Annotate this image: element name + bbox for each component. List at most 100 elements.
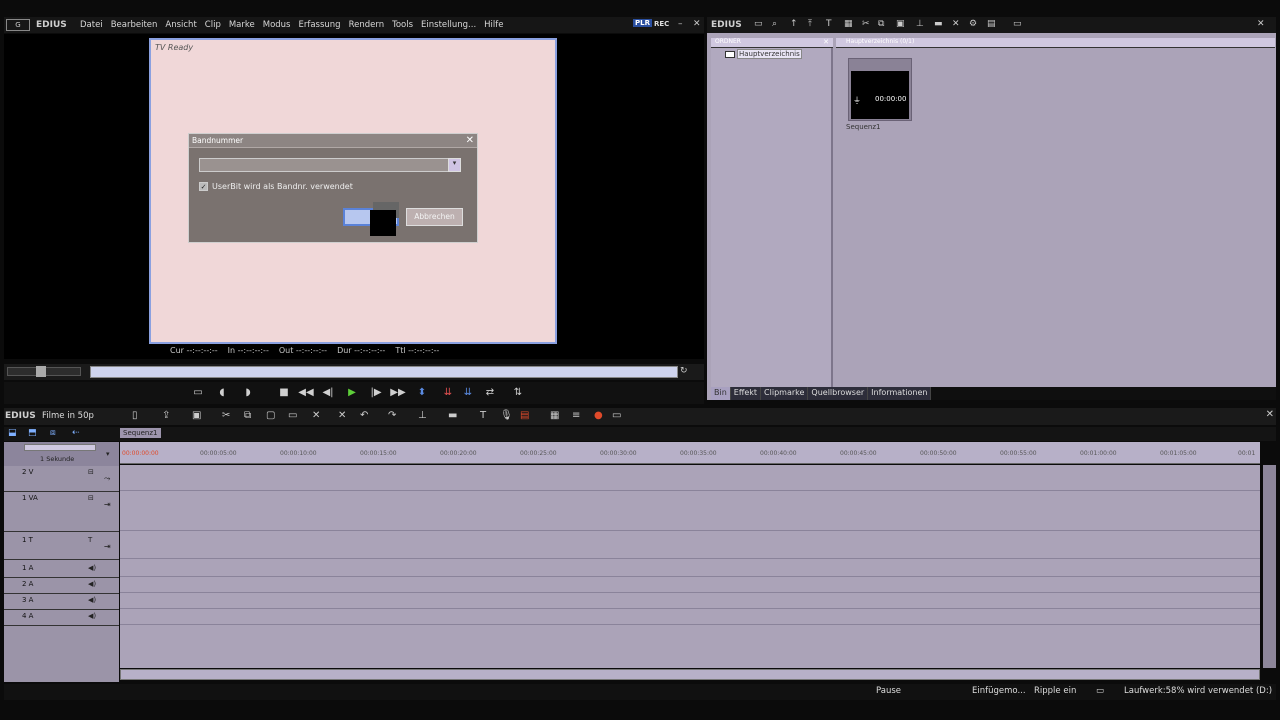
dialog-close-icon[interactable]: ✕ (466, 135, 474, 146)
menu-rendern[interactable]: Rendern (349, 20, 385, 30)
speaker-icon[interactable]: ◀) (88, 596, 96, 604)
speaker-icon[interactable]: ◀) (88, 564, 96, 572)
menu-datei[interactable]: Datei (80, 20, 103, 30)
cut-icon[interactable]: ✂ (222, 410, 230, 421)
loop-icon[interactable]: ↻ (680, 366, 688, 376)
title-icon[interactable]: T (480, 410, 486, 421)
microphone-icon[interactable]: 🎙 (500, 410, 513, 421)
loop-play-icon[interactable]: ⬍ (414, 385, 430, 400)
root-folder[interactable]: Hauptverzeichnis (725, 49, 802, 59)
output-icon[interactable]: ▭ (190, 385, 206, 400)
scale-dropdown-icon[interactable]: ▾ (106, 450, 110, 458)
step-forward-icon[interactable]: |▶ (368, 385, 384, 400)
remove-icon[interactable]: ▬ (934, 19, 943, 29)
add-clip-icon[interactable]: ⤒ (808, 19, 812, 29)
new-sequence-icon[interactable]: ▯ (132, 410, 138, 421)
clip-thumbnail[interactable]: ⏚ 00:00:00 (848, 58, 912, 121)
stop-icon[interactable]: ■ (276, 385, 292, 400)
minimize-icon[interactable]: – (678, 19, 683, 29)
grid-icon[interactable]: ▦ (550, 410, 559, 421)
cancel-button[interactable]: Abbrechen (406, 208, 463, 226)
search-icon[interactable]: ⌕ (772, 19, 777, 29)
bin-close-icon[interactable]: ✕ (1257, 19, 1265, 29)
open-icon[interactable]: ⇪ (162, 410, 170, 421)
fast-forward-icon[interactable]: ▶▶ (390, 385, 406, 400)
menu-hilfe[interactable]: Hilfe (484, 20, 503, 30)
position-slider[interactable] (90, 366, 678, 378)
ripple-delete-icon[interactable]: ✕ (338, 410, 346, 421)
track-header-2a[interactable]: 2 A ◀) (4, 578, 119, 594)
menu-clip[interactable]: Clip (205, 20, 221, 30)
menu-marke[interactable]: Marke (229, 20, 255, 30)
menu-modus[interactable]: Modus (263, 20, 291, 30)
color-bar-icon[interactable]: ▦ (844, 19, 853, 29)
undo-icon[interactable]: ↶ (360, 410, 368, 421)
zoom-slider[interactable] (24, 444, 96, 451)
match-frame-icon[interactable]: ⇄ (482, 385, 498, 400)
folder-close-icon[interactable]: ✕ (823, 38, 829, 46)
view-icon[interactable]: ▤ (987, 19, 996, 29)
copy-icon[interactable]: ⧉ (878, 19, 884, 29)
delete-icon[interactable]: ✕ (952, 19, 960, 29)
insert-to-timeline-icon[interactable]: ⇊ (440, 385, 456, 400)
close-icon[interactable]: ✕ (693, 19, 701, 29)
output-icon[interactable]: ▭ (612, 410, 621, 421)
track-header-1va[interactable]: 1 VA ⊟ ⇥ (4, 492, 119, 532)
tab-sequenz1[interactable]: Sequenz1 (120, 428, 161, 438)
track-lane-2v[interactable] (120, 465, 1260, 491)
tab-clipmarke[interactable]: Clipmarke (761, 387, 809, 400)
copy-icon[interactable]: ⧉ (244, 410, 251, 421)
track-lane-1va[interactable] (120, 491, 1260, 531)
track-header-4a[interactable]: 4 A ◀) (4, 610, 119, 626)
plr-toggle[interactable]: PLR (633, 19, 652, 27)
track-lane-2a[interactable] (120, 577, 1260, 593)
record-icon[interactable]: ● (594, 410, 603, 421)
track-mode-icon[interactable]: ⬓ (8, 428, 17, 438)
marker-icon[interactable]: ▬ (448, 410, 457, 421)
menu-einstellung[interactable]: Einstellung... (421, 20, 476, 30)
color-icon[interactable]: ▤ (520, 410, 529, 421)
paste-icon[interactable]: ▣ (896, 19, 905, 29)
track-lane-4a[interactable] (120, 609, 1260, 625)
overwrite-to-timeline-icon[interactable]: ⇊ (460, 385, 476, 400)
track-audio-icon[interactable]: ⤳ (104, 474, 110, 484)
userbit-checkbox-row[interactable]: ✓ UserBit wird als Bandnr. verwendet (199, 182, 353, 191)
rec-toggle[interactable]: REC (654, 20, 669, 28)
track-lane-1t[interactable] (120, 533, 1260, 559)
checkbox-icon[interactable]: ✓ (199, 182, 208, 191)
step-back-icon[interactable]: ◀| (320, 385, 336, 400)
timeline-close-icon[interactable]: ✕ (1266, 409, 1274, 420)
title-icon[interactable]: T (826, 19, 832, 29)
menu-erfassung[interactable]: Erfassung (298, 20, 340, 30)
combo-dropdown-icon[interactable]: ▾ (448, 158, 461, 172)
track-header-1t[interactable]: 1 T T ⇥ (4, 534, 119, 560)
folder-icon[interactable]: ▭ (754, 19, 763, 29)
play-icon[interactable]: ▶ (344, 385, 360, 400)
set-out-icon[interactable]: ◗ (240, 385, 256, 400)
paste-icon[interactable]: ▢ (266, 410, 275, 421)
sync-icon[interactable]: ⬒ (28, 428, 37, 438)
track-expand-icon[interactable]: ⇥ (104, 542, 111, 551)
tab-effekt[interactable]: Effekt (730, 387, 762, 400)
track-view-icon[interactable]: ⊟ (88, 494, 94, 502)
mixer-icon[interactable]: ≡ (572, 410, 580, 421)
status-ripple[interactable]: Ripple ein (1034, 686, 1076, 696)
more-options-icon[interactable]: ⇅ (510, 385, 526, 400)
trim-icon[interactable]: ▭ (288, 410, 297, 421)
window-icon[interactable]: ▭ (1013, 19, 1022, 29)
redo-icon[interactable]: ↷ (388, 410, 396, 421)
delete-icon[interactable]: ✕ (312, 410, 320, 421)
speaker-icon[interactable]: ◀) (88, 612, 96, 620)
snap-icon[interactable]: ⇠ (72, 428, 80, 438)
cut-icon[interactable]: ✂ (862, 19, 870, 29)
split-icon[interactable]: ⊥ (418, 410, 427, 421)
timeline-ruler[interactable]: 00:00:00:00 00:00:05:00 00:00:10:00 00:0… (120, 442, 1260, 464)
status-insert-mode[interactable]: Einfügemo... (972, 686, 1026, 696)
track-view-icon[interactable]: ⊟ (88, 468, 94, 476)
timeline-vertical-scrollbar[interactable] (1263, 465, 1276, 668)
shuttle-knob[interactable] (36, 366, 46, 377)
link-icon[interactable]: ⧈ (50, 428, 56, 438)
timeline-horizontal-scrollbar[interactable] (120, 669, 1260, 680)
properties-icon[interactable]: ⚙ (969, 19, 977, 29)
track-header-1a[interactable]: 1 A ◀) (4, 562, 119, 578)
